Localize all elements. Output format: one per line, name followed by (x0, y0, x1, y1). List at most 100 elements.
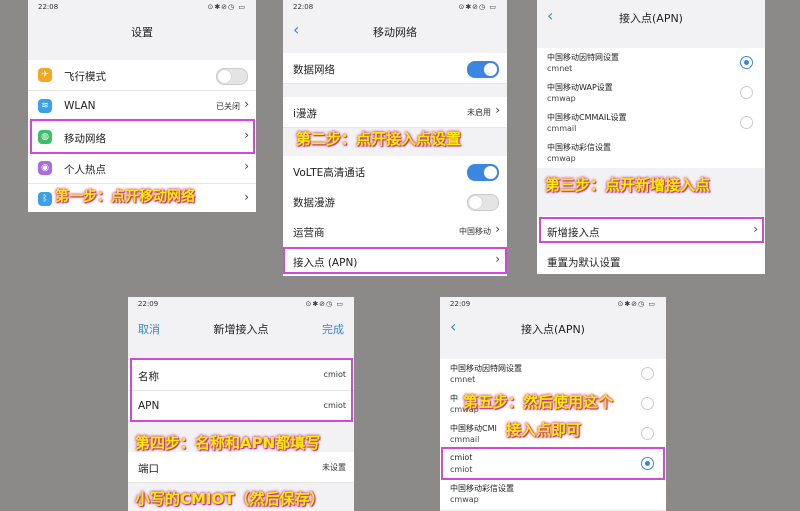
airplane-toggle[interactable] (216, 68, 248, 85)
status-time: 22:09 (450, 300, 471, 308)
apn-radio[interactable] (641, 367, 654, 380)
volte-row[interactable]: VoLTE高清通话 (283, 156, 507, 187)
nav-bar: ‹ 移动网络 (283, 16, 507, 44)
i-roaming-status: 未启用 (467, 108, 491, 117)
apn-type: cmnet (450, 375, 476, 384)
apn-type: cmwap (547, 154, 576, 163)
done-button[interactable]: 完成 (322, 321, 344, 337)
page-title: 接入点(APN) (619, 12, 683, 25)
status-bar: 22:09 ⊙✱⊘◷ ▭ (440, 297, 666, 313)
highlight-mobile-network (30, 119, 255, 154)
field-label: 端口 (138, 463, 159, 475)
apn-type: cmmail (450, 435, 480, 444)
apn-name: 中国移动CMMAIL设置 (547, 113, 627, 122)
row-label: WLAN (64, 100, 96, 112)
apn-name: 中国移动CMI (450, 424, 497, 433)
data-network-row[interactable]: 数据网络 (283, 53, 507, 84)
volte-toggle[interactable] (467, 164, 499, 181)
hotspot-icon: ◉ (38, 161, 52, 175)
row-label: 数据网络 (293, 64, 335, 76)
settings-panel: 22:08 ⊙✱⊘◷ ▭ 设置 ✈ 飞行模式 ≋ WLAN 已关闭 › ◍ 移动… (28, 0, 256, 212)
row-label: i漫游 (293, 108, 317, 120)
status-bar: 22:09 ⊙✱⊘◷ ▭ (128, 297, 354, 313)
step-4-caption-b: 小写的CMIOT（然后保存） (135, 490, 325, 508)
wlan-status: 已关闭 (216, 102, 240, 111)
row-label: 飞行模式 (64, 71, 106, 83)
data-roaming-row[interactable]: 数据漫游 (283, 186, 507, 217)
status-icons: ⊙✱⊘◷ ▭ (305, 300, 344, 308)
airplane-icon: ✈ (38, 68, 52, 82)
apn-type: cmwap (450, 495, 479, 504)
apn-name: 中国移动彩信设置 (450, 484, 514, 493)
apn-radio[interactable] (641, 427, 654, 440)
apn-item[interactable]: 中国移动WAP设置 cmwap (537, 78, 765, 108)
carrier-row[interactable]: 运营商 中国移动 › (283, 216, 507, 247)
status-time: 22:09 (138, 300, 159, 308)
apn-radio[interactable] (740, 116, 753, 129)
data-roaming-toggle[interactable] (467, 194, 499, 211)
highlight-cmiot (441, 447, 665, 480)
nav-bar: ‹ 接入点(APN) (440, 313, 666, 341)
nav-bar: ‹ 接入点(APN) (537, 2, 765, 30)
row-label: 个人热点 (64, 164, 106, 176)
apn-type: cmmail (547, 124, 577, 133)
step-4-caption-a: 第四步：名称和APN都填写 (135, 434, 321, 452)
step-5-caption-a: 第五步：然后使用这个 (463, 393, 614, 411)
highlight-apn (283, 247, 507, 274)
wifi-icon: ≋ (38, 99, 52, 113)
nav-bar: 设置 (28, 16, 256, 44)
chevron-right-icon: › (495, 103, 500, 117)
status-icons: ⊙✱⊘◷ ▭ (617, 300, 656, 308)
apn-radio[interactable] (740, 86, 753, 99)
apn-radio[interactable] (641, 397, 654, 410)
step-5-caption-b: 接入点即可 (506, 421, 582, 439)
nav-bar: 取消 新增接入点 完成 (128, 313, 354, 341)
chevron-right-icon: › (244, 190, 249, 204)
step-2-caption: 第二步：点开接入点设置 (296, 130, 462, 148)
bluetooth-icon: ᛒ (38, 192, 52, 206)
apn-name: 中国移动因特网设置 (450, 364, 522, 373)
row-label: 运营商 (293, 227, 325, 239)
apn-name: 中国移动彩信设置 (547, 143, 611, 152)
apn-type: cmwap (547, 94, 576, 103)
i-roaming-row[interactable]: i漫游 未启用 › (283, 97, 507, 128)
apn-item[interactable]: 中国移动因特网设置 cmnet (537, 48, 765, 78)
chevron-right-icon: › (244, 97, 249, 111)
chevron-right-icon: › (244, 159, 249, 173)
reset-default-row[interactable]: 重置为默认设置 (537, 246, 765, 274)
status-icons: ⊙✱⊘◷ ▭ (207, 3, 246, 11)
highlight-add-apn (539, 217, 764, 243)
page-title: 新增接入点 (213, 323, 269, 336)
port-field[interactable]: 端口 未设置 (128, 452, 354, 483)
apn-item[interactable]: 中国移动因特网设置 cmnet (440, 359, 666, 389)
apn-name: 中 (450, 394, 458, 403)
status-time: 22:08 (293, 3, 314, 11)
page-title: 设置 (131, 26, 153, 39)
status-bar: 22:08 ⊙✱⊘◷ ▭ (283, 0, 507, 16)
wlan-row[interactable]: ≋ WLAN 已关闭 › (28, 91, 256, 122)
step-3-caption: 第三步：点开新增接入点 (545, 176, 711, 194)
page-title: 接入点(APN) (521, 323, 585, 336)
apn-type: cmnet (547, 64, 573, 73)
apn-radio[interactable] (740, 56, 753, 69)
highlight-name-apn (130, 358, 353, 422)
status-icons: ⊙✱⊘◷ ▭ (458, 3, 497, 11)
row-label: 数据漫游 (293, 197, 335, 209)
apn-name: 中国移动WAP设置 (547, 83, 613, 92)
apn-item[interactable]: 中国移动彩信设置 cmwap (537, 138, 765, 168)
row-label: 重置为默认设置 (547, 257, 621, 269)
step-1-caption: 第一步：点开移动网络 (55, 189, 195, 205)
status-time: 22:08 (38, 3, 59, 11)
apn-item[interactable]: 中国移动CMMAIL设置 cmmail (537, 108, 765, 138)
row-label: VoLTE高清通话 (293, 167, 366, 179)
page-title: 移动网络 (373, 26, 417, 39)
airplane-mode-row[interactable]: ✈ 飞行模式 (28, 60, 256, 91)
apn-name: 中国移动因特网设置 (547, 53, 619, 62)
hotspot-row[interactable]: ◉ 个人热点 › (28, 153, 256, 184)
field-value[interactable]: 未设置 (322, 462, 346, 473)
chevron-right-icon: › (495, 222, 500, 236)
data-network-toggle[interactable] (467, 61, 499, 78)
carrier-value: 中国移动 (459, 227, 491, 236)
apn-item[interactable]: 中国移动彩信设置 cmwap (440, 479, 666, 509)
status-bar: 22:08 ⊙✱⊘◷ ▭ (28, 0, 256, 16)
